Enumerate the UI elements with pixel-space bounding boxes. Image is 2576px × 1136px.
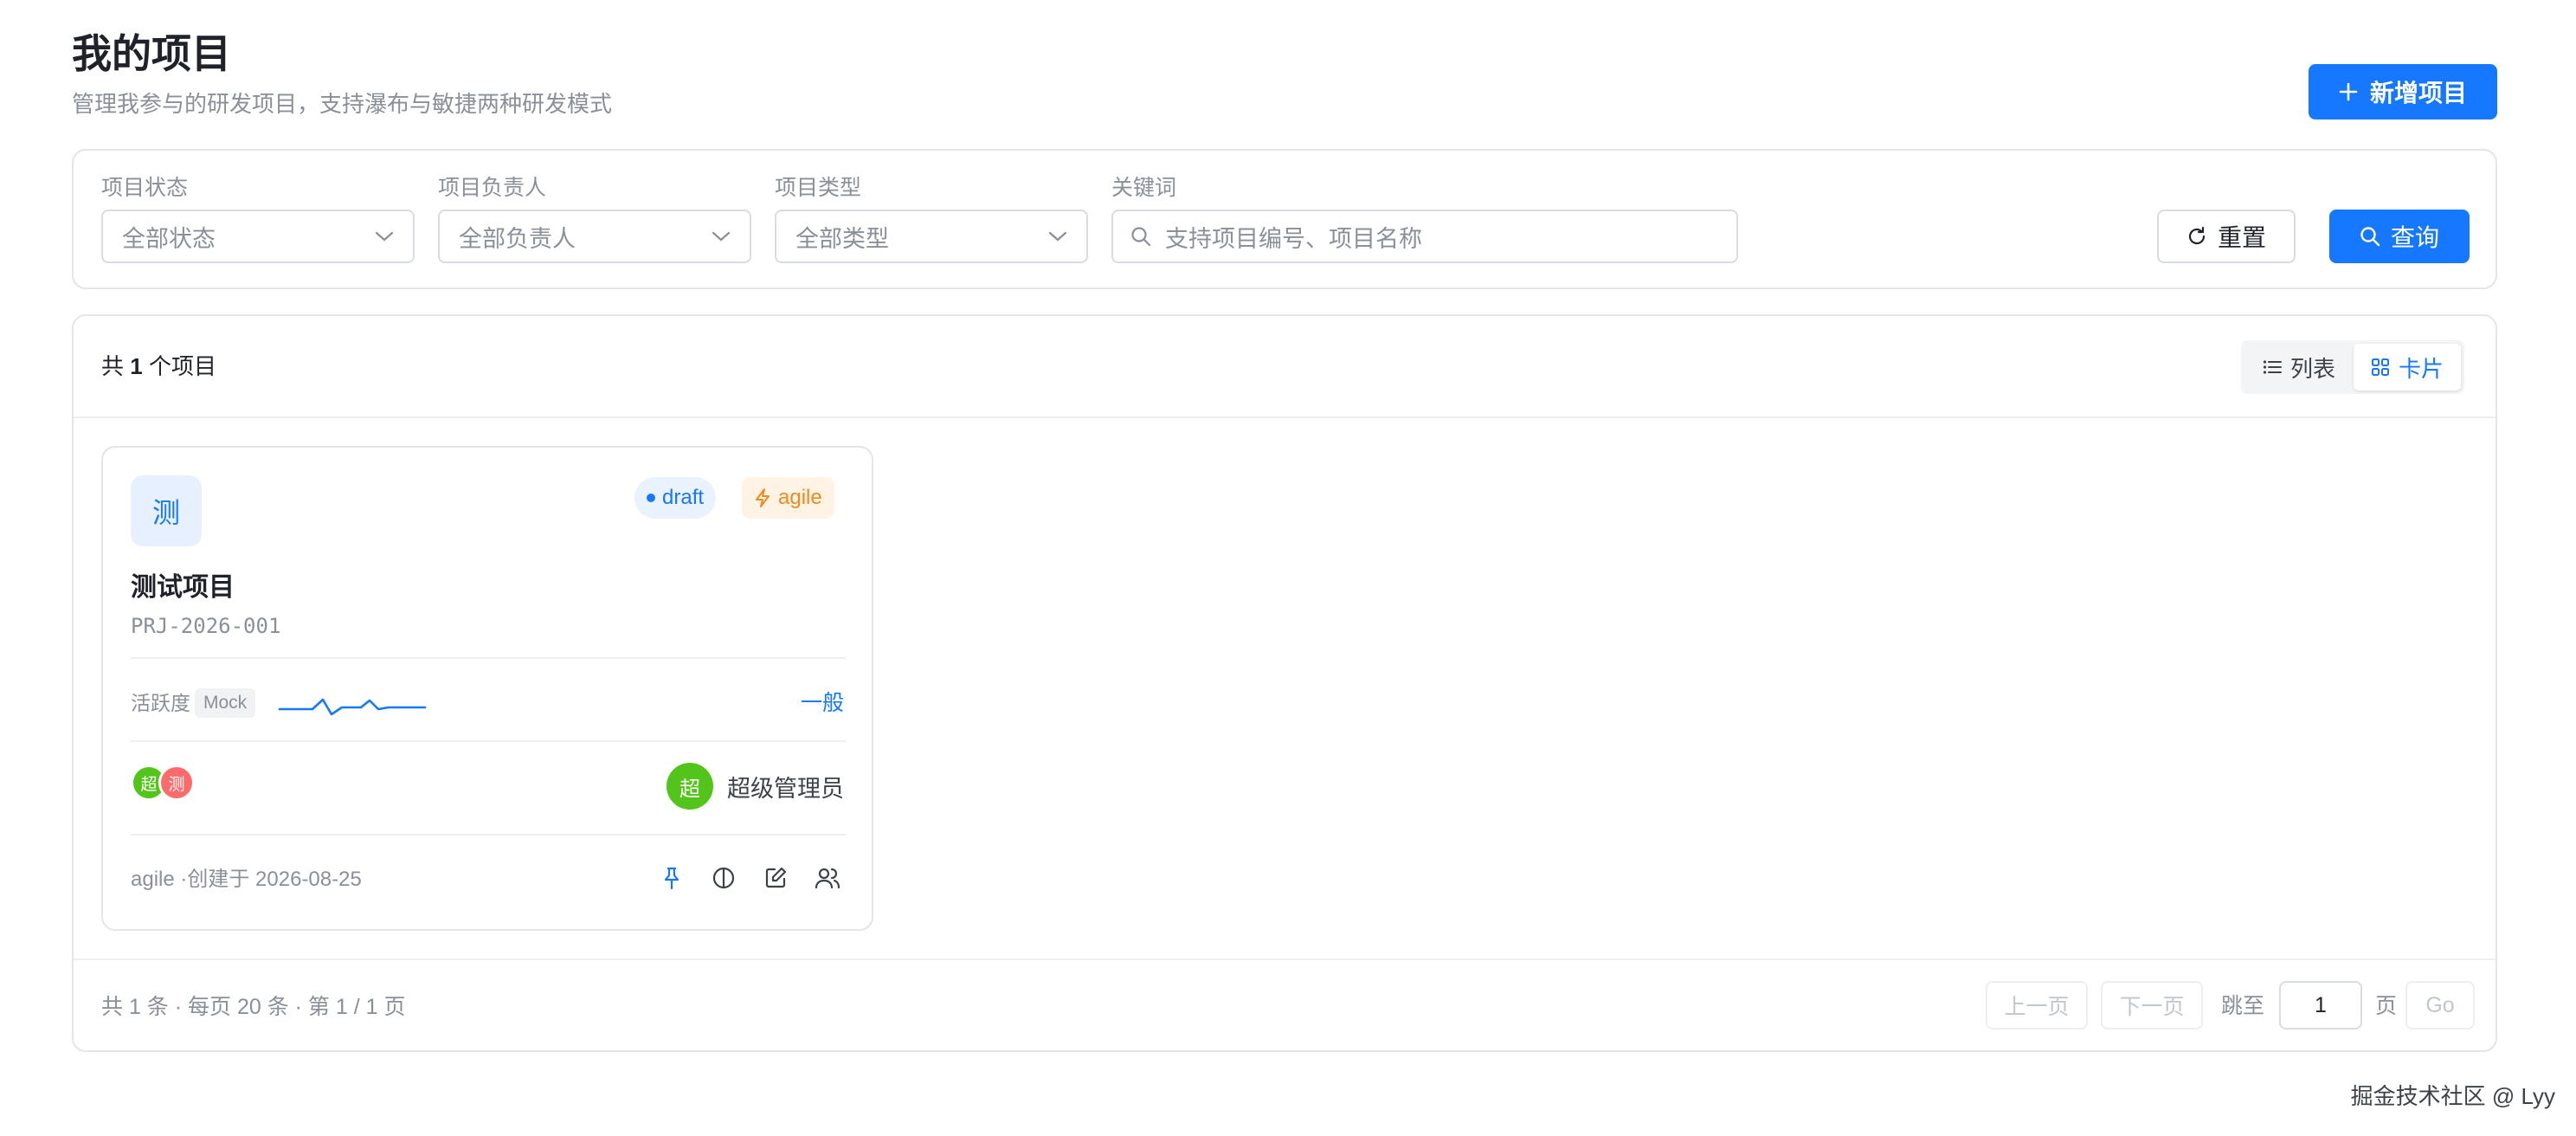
add-project-label: 新增项目 <box>2369 80 2467 106</box>
search-icon <box>1131 227 1151 247</box>
activity-label: 活跃度 <box>131 692 190 714</box>
pagination-summary: 共 1 条 · 每页 20 条 · 第 1 / 1 页 <box>101 995 406 1019</box>
count-value: 1 <box>130 353 143 379</box>
project-card[interactable]: 测 draft agile 测试项目 PRJ-2026-001 活跃度 Mock… <box>101 446 873 931</box>
divider <box>131 657 846 659</box>
keyword-filter-label: 关键词 <box>1111 176 1177 200</box>
chevron-down-icon <box>375 231 394 242</box>
edit-icon <box>765 867 787 888</box>
search-icon <box>2360 227 2380 247</box>
total-count: 共 1 个项目 <box>101 351 216 382</box>
query-button[interactable]: 查询 <box>2329 210 2470 263</box>
list-icon <box>2263 360 2282 374</box>
type-tag-label: agile <box>778 486 822 509</box>
type-select[interactable]: 全部类型 <box>775 210 1088 263</box>
owner-select[interactable]: 全部负责人 <box>438 210 751 263</box>
owner-name: 超级管理员 <box>727 775 844 802</box>
owner-select-value: 全部负责人 <box>459 225 576 252</box>
member-avatar: 测 <box>158 765 195 801</box>
project-list-panel: 共 1 个项目 列表 卡片 测 draft agile 测试项目 PRJ-202… <box>72 314 2497 1052</box>
project-code: PRJ-2026-001 <box>131 614 281 638</box>
divider <box>131 834 846 836</box>
lightning-icon <box>756 488 770 507</box>
card-actions <box>655 862 844 894</box>
owner-avatar: 超 <box>667 763 713 810</box>
divider <box>131 740 846 742</box>
project-avatar: 测 <box>131 475 202 546</box>
view-list-label: 列表 <box>2289 355 2335 382</box>
project-owner: 超 超级管理员 <box>667 763 844 810</box>
project-name[interactable]: 测试项目 <box>131 571 235 605</box>
page-unit-label: 页 <box>2375 994 2398 1018</box>
page-subtitle: 管理我参与的研发项目，支持瀑布与敏捷两种研发模式 <box>72 91 613 117</box>
type-filter-label: 项目类型 <box>775 176 862 200</box>
status-tag: draft <box>634 477 717 519</box>
count-prefix: 共 <box>101 353 125 379</box>
view-card-label: 卡片 <box>2398 355 2444 382</box>
type-tag: agile <box>742 477 834 519</box>
query-label: 查询 <box>2390 224 2439 251</box>
reset-button[interactable]: 重置 <box>2157 210 2296 263</box>
go-button[interactable]: Go <box>2405 981 2475 1030</box>
add-project-button[interactable]: 新增项目 <box>2309 64 2497 119</box>
status-tag-label: draft <box>662 486 705 509</box>
owner-filter-label: 项目负责人 <box>438 176 547 200</box>
watermark: 掘金技术社区 @ Lyy <box>2350 1083 2555 1109</box>
pagination: 共 1 条 · 每页 20 条 · 第 1 / 1 页 上一页 下一页 跳至 页… <box>74 958 2496 1052</box>
mock-badge: Mock <box>195 688 256 718</box>
member-avatars[interactable]: 超 测 <box>131 765 195 801</box>
status-filter-label: 项目状态 <box>101 176 189 200</box>
list-header: 共 1 个项目 列表 卡片 <box>74 316 2496 418</box>
view-toggle: 列表 卡片 <box>2241 340 2464 394</box>
pin-icon <box>664 867 679 890</box>
pin-button[interactable] <box>655 862 688 894</box>
project-meta: agile ·创建于 2026-08-25 <box>131 868 362 891</box>
page-title: 我的项目 <box>72 31 231 76</box>
reset-label: 重置 <box>2217 224 2266 251</box>
edit-button[interactable] <box>759 862 792 894</box>
activity-sparkline <box>278 698 427 716</box>
type-select-value: 全部类型 <box>795 225 889 252</box>
keyword-search-input[interactable]: 支持项目编号、项目名称 <box>1111 210 1738 263</box>
next-page-button[interactable]: 下一页 <box>2101 981 2203 1030</box>
view-card-button[interactable]: 卡片 <box>2354 344 2461 390</box>
status-select[interactable]: 全部状态 <box>101 210 415 263</box>
members-button[interactable] <box>811 862 844 894</box>
status-select-value: 全部状态 <box>122 225 216 252</box>
status-toggle-button[interactable] <box>707 862 740 894</box>
status-dot <box>647 494 655 502</box>
activity-level[interactable]: 一般 <box>801 688 844 718</box>
count-suffix: 个项目 <box>148 353 216 379</box>
half-circle-icon <box>712 867 735 889</box>
keyword-placeholder: 支持项目编号、项目名称 <box>1165 225 1422 252</box>
prev-page-button[interactable]: 上一页 <box>1986 981 2088 1030</box>
view-list-button[interactable]: 列表 <box>2244 344 2354 390</box>
page-number-input[interactable] <box>2279 981 2362 1030</box>
plus-icon <box>2339 82 2358 101</box>
jump-label: 跳至 <box>2221 994 2265 1018</box>
grid-icon <box>2371 358 2389 376</box>
filter-panel: 项目状态 全部状态 项目负责人 全部负责人 项目类型 全部类型 关键词 支持项目… <box>72 149 2497 289</box>
chevron-down-icon <box>712 231 731 242</box>
chevron-down-icon <box>1048 231 1067 242</box>
users-icon <box>815 868 840 889</box>
refresh-icon <box>2188 226 2206 245</box>
